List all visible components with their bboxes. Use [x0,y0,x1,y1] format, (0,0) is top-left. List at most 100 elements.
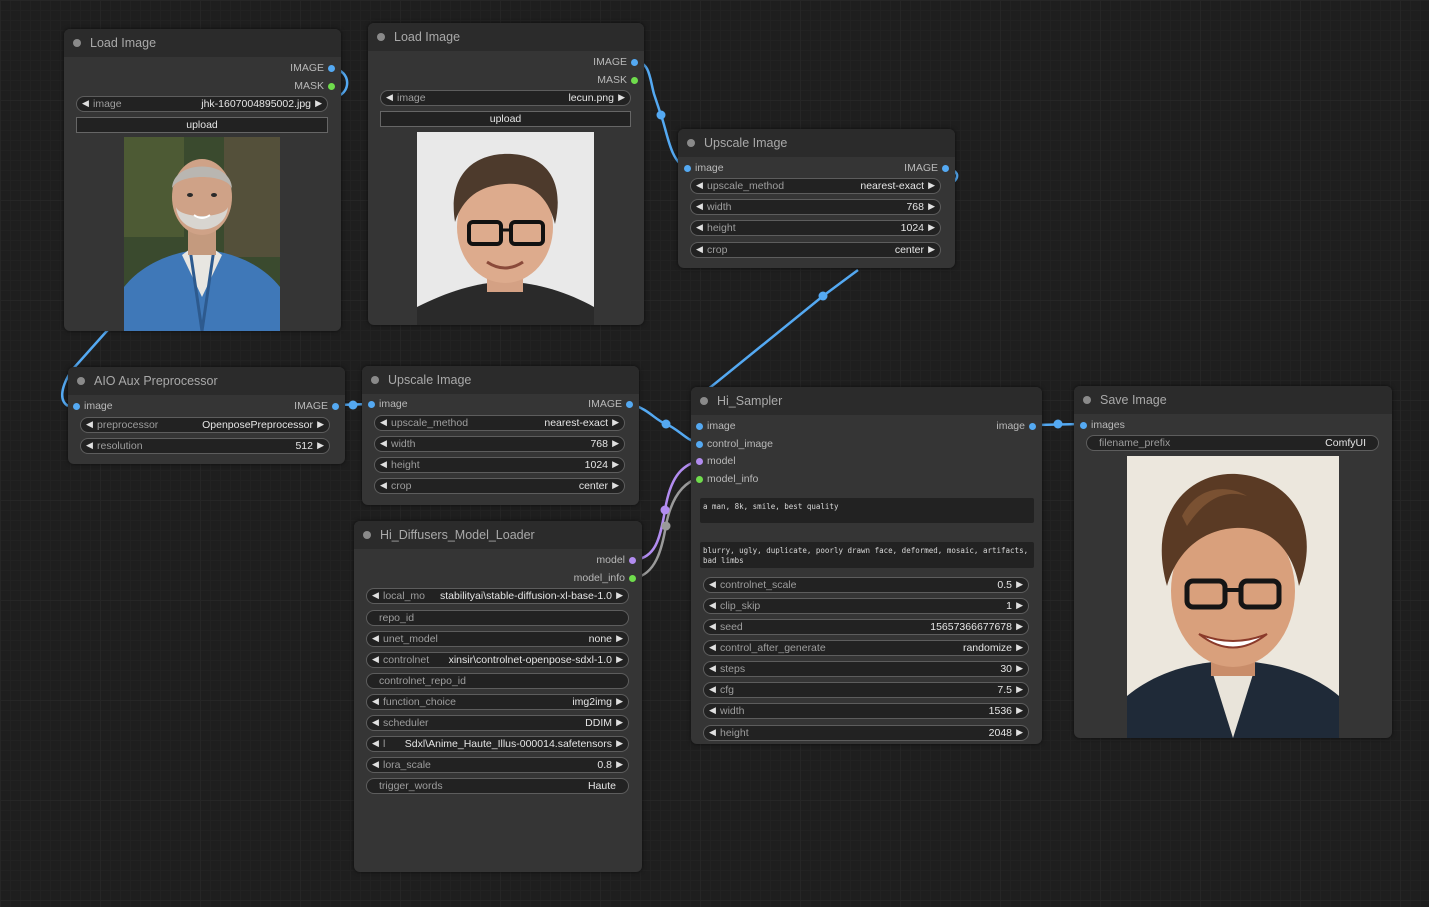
arrow-left-icon[interactable]: ◀ [82,98,89,109]
arrow-left-icon[interactable]: ◀ [709,579,716,590]
arrow-left-icon[interactable]: ◀ [380,417,387,428]
positive-prompt-textarea[interactable]: a man, 8k, smile, best quality [700,498,1034,523]
negative-prompt-textarea[interactable]: blurry, ugly, duplicate, poorly drawn fa… [700,542,1034,568]
unet-model-widget[interactable]: ◀ unet_model none ▶ [366,631,629,647]
arrow-right-icon[interactable]: ▶ [612,480,619,491]
arrow-right-icon[interactable]: ▶ [317,440,324,451]
arrow-right-icon[interactable]: ▶ [1016,621,1023,632]
cfg-widget[interactable]: ◀ cfg 7.5 ▶ [703,682,1029,698]
upload-button[interactable]: upload [380,111,631,127]
output-image-slot[interactable]: image [996,419,1036,433]
arrow-left-icon[interactable]: ◀ [709,663,716,674]
lora-model-widget[interactable]: ◀ l Sdxl\Anime_Haute_Illus-000014.safete… [366,736,629,752]
arrow-left-icon[interactable]: ◀ [709,727,716,738]
input-image-slot[interactable]: image [696,419,736,433]
arrow-left-icon[interactable]: ◀ [386,92,393,103]
upload-button[interactable]: upload [76,117,328,133]
output-dot-icon[interactable] [328,82,335,90]
node-title-bar[interactable]: Load Image [368,23,644,51]
height-widget[interactable]: ◀ height 1024 ▶ [374,457,625,473]
arrow-right-icon[interactable]: ▶ [612,438,619,449]
arrow-right-icon[interactable]: ▶ [928,222,935,233]
arrow-right-icon[interactable]: ▶ [616,717,623,728]
output-dot-icon[interactable] [942,164,949,172]
clip-skip-widget[interactable]: ◀ clip_skip 1 ▶ [703,598,1029,614]
controlnet-scale-widget[interactable]: ◀ controlnet_scale 0.5 ▶ [703,577,1029,593]
upscale-method-widget[interactable]: ◀ upscale_method nearest-exact ▶ [374,415,625,431]
output-image-slot[interactable]: IMAGE [904,161,949,175]
width-widget[interactable]: ◀ width 768 ▶ [690,199,941,215]
height-widget[interactable]: ◀ height 1024 ▶ [690,220,941,236]
arrow-left-icon[interactable]: ◀ [696,180,703,191]
arrow-right-icon[interactable]: ▶ [616,654,623,665]
arrow-left-icon[interactable]: ◀ [709,642,716,653]
input-images-slot[interactable]: images [1080,418,1125,432]
arrow-left-icon[interactable]: ◀ [380,480,387,491]
collapse-dot-icon[interactable] [73,39,81,47]
node-title-bar[interactable]: Hi_Diffusers_Model_Loader [354,521,642,549]
arrow-right-icon[interactable]: ▶ [616,696,623,707]
filename-prefix-field[interactable]: filename_prefix ComfyUI [1086,435,1379,451]
save-image-node[interactable]: Save Image images filename_prefix ComfyU… [1074,386,1392,738]
collapse-dot-icon[interactable] [363,531,371,539]
hi-diffusers-model-loader-node[interactable]: Hi_Diffusers_Model_Loader model model_in… [354,521,642,872]
link-midpoint[interactable] [661,419,671,429]
lora-scale-widget[interactable]: ◀ lora_scale 0.8 ▶ [366,757,629,773]
arrow-left-icon[interactable]: ◀ [86,419,93,430]
input-dot-icon[interactable] [368,400,375,408]
input-dot-icon[interactable] [696,457,703,465]
arrow-right-icon[interactable]: ▶ [317,419,324,430]
arrow-left-icon[interactable]: ◀ [372,759,379,770]
node-title-bar[interactable]: Load Image [64,29,341,57]
input-dot-icon[interactable] [1080,421,1087,429]
image-combo-widget[interactable]: ◀ image jhk-1607004895002.jpg ▶ [76,96,328,112]
input-model-info-slot[interactable]: model_info [696,472,758,486]
width-widget[interactable]: ◀ width 768 ▶ [374,436,625,452]
arrow-left-icon[interactable]: ◀ [709,600,716,611]
arrow-right-icon[interactable]: ▶ [616,590,623,601]
arrow-right-icon[interactable]: ▶ [1016,579,1023,590]
collapse-dot-icon[interactable] [700,397,708,405]
arrow-right-icon[interactable]: ▶ [1016,684,1023,695]
link-midpoint[interactable] [656,110,666,120]
arrow-left-icon[interactable]: ◀ [380,438,387,449]
seed-widget[interactable]: ◀ seed 15657366677678 ▶ [703,619,1029,635]
crop-widget[interactable]: ◀ crop center ▶ [374,478,625,494]
collapse-dot-icon[interactable] [1083,396,1091,404]
output-model-slot[interactable]: model [596,553,636,567]
arrow-right-icon[interactable]: ▶ [1016,727,1023,738]
output-dot-icon[interactable] [1029,422,1036,430]
crop-widget[interactable]: ◀ crop center ▶ [690,242,941,258]
arrow-left-icon[interactable]: ◀ [372,654,379,665]
link-midpoint[interactable] [660,505,670,515]
upscale-method-widget[interactable]: ◀ upscale_method nearest-exact ▶ [690,178,941,194]
function-choice-widget[interactable]: ◀ function_choice img2img ▶ [366,694,629,710]
collapse-dot-icon[interactable] [371,376,379,384]
arrow-left-icon[interactable]: ◀ [372,633,379,644]
arrow-left-icon[interactable]: ◀ [696,222,703,233]
output-image-slot[interactable]: IMAGE [294,399,339,413]
arrow-left-icon[interactable]: ◀ [709,684,716,695]
local-model-path-widget[interactable]: ◀ local_mo stabilityai\stable-diffusion-… [366,588,629,604]
node-title-bar[interactable]: Save Image [1074,386,1392,414]
controlnet-repo-id-field[interactable]: controlnet_repo_id [366,673,629,689]
arrow-left-icon[interactable]: ◀ [380,459,387,470]
output-image-slot[interactable]: IMAGE [588,397,633,411]
arrow-right-icon[interactable]: ▶ [616,759,623,770]
input-dot-icon[interactable] [696,422,703,430]
arrow-right-icon[interactable]: ▶ [612,417,619,428]
output-mask-slot[interactable]: MASK [597,73,638,87]
input-dot-icon[interactable] [73,402,80,410]
input-image-slot[interactable]: image [368,397,408,411]
arrow-right-icon[interactable]: ▶ [928,201,935,212]
link-midpoint[interactable] [348,400,358,410]
arrow-left-icon[interactable]: ◀ [696,201,703,212]
collapse-dot-icon[interactable] [77,377,85,385]
input-image-slot[interactable]: image [684,161,724,175]
height-widget[interactable]: ◀ height 2048 ▶ [703,725,1029,741]
output-dot-icon[interactable] [629,574,636,582]
preprocessor-widget[interactable]: ◀ preprocessor OpenposePreprocessor ▶ [80,417,330,433]
arrow-left-icon[interactable]: ◀ [709,705,716,716]
output-dot-icon[interactable] [332,402,339,410]
input-model-slot[interactable]: model [696,454,736,468]
